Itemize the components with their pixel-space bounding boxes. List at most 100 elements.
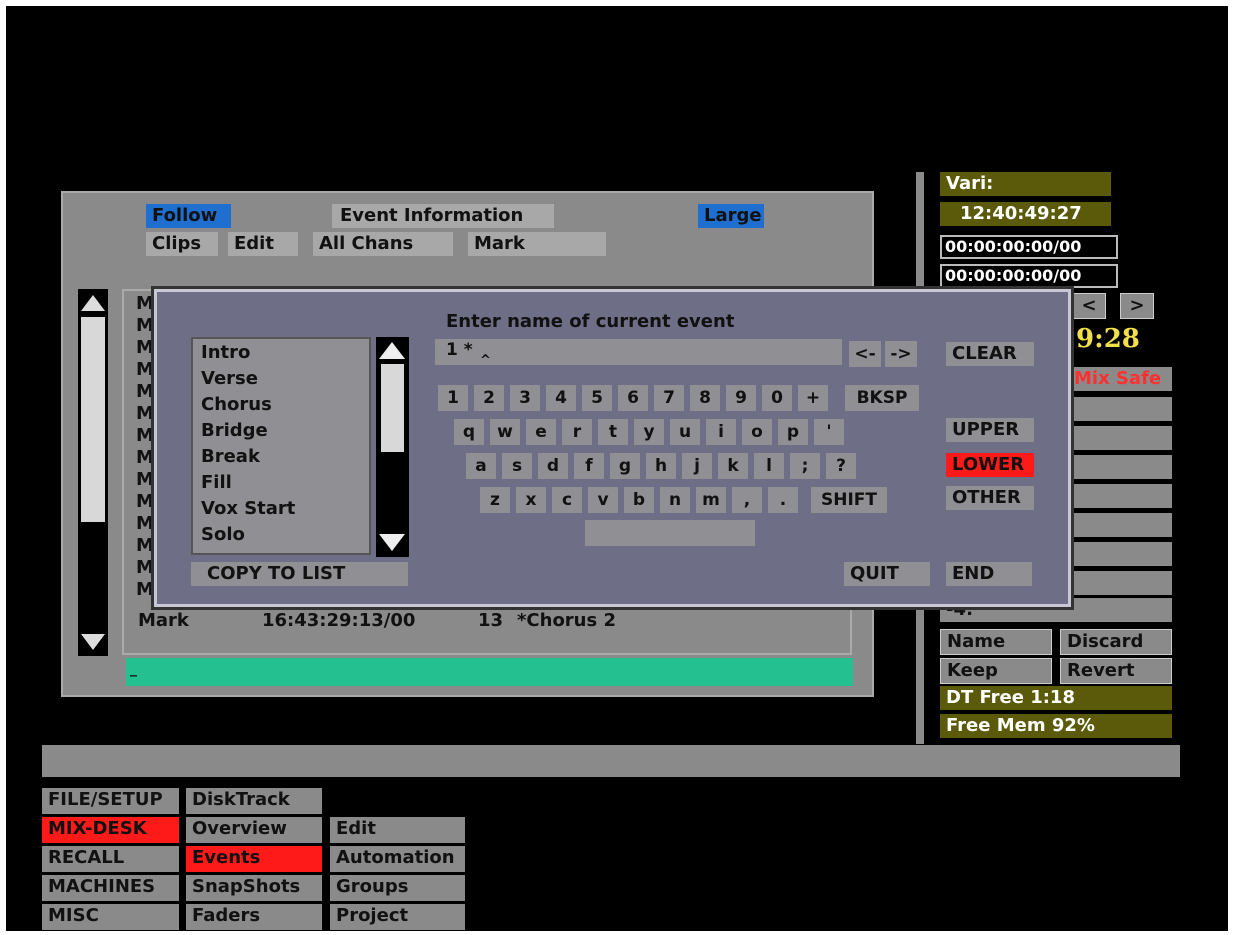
all-chans-button[interactable]: All Chans: [313, 232, 453, 256]
event-row-prefix: M: [136, 447, 154, 468]
key-row1-7[interactable]: 8: [690, 385, 720, 411]
key-row2-9[interactable]: p: [778, 419, 808, 445]
status-slot: [1068, 542, 1172, 566]
keep-button[interactable]: Keep: [940, 658, 1052, 684]
end-button[interactable]: END: [946, 562, 1032, 586]
preset-scroll-up-icon[interactable]: [379, 342, 405, 359]
menu-col2-item-4[interactable]: Faders: [186, 904, 322, 930]
key-row3-3[interactable]: f: [574, 453, 604, 479]
key-row4-2[interactable]: c: [552, 487, 582, 513]
mix-safe-button[interactable]: Mix Safe: [1068, 367, 1172, 391]
key-row3-8[interactable]: l: [754, 453, 784, 479]
scroll-down-arrow-icon[interactable]: [81, 634, 105, 650]
menu-col1-item-3[interactable]: MACHINES: [42, 875, 179, 901]
key-row3-10[interactable]: ?: [826, 453, 856, 479]
key-row1-2[interactable]: 3: [510, 385, 540, 411]
preset-item[interactable]: Chorus: [201, 394, 272, 415]
nav-next-button[interactable]: >: [1120, 293, 1154, 319]
key-row3-6[interactable]: j: [682, 453, 712, 479]
lower-button[interactable]: LOWER: [946, 453, 1034, 477]
menu-col3-item-1[interactable]: Automation: [330, 846, 465, 872]
key-row4-5[interactable]: n: [660, 487, 690, 513]
event-command-input[interactable]: _: [126, 658, 853, 686]
menu-col2-item-0[interactable]: DiskTrack: [186, 788, 322, 814]
preset-item[interactable]: Break: [201, 446, 260, 467]
event-information-button[interactable]: Event Information: [332, 204, 554, 228]
key-row2-5[interactable]: y: [634, 419, 664, 445]
key-shift[interactable]: SHIFT: [811, 487, 887, 513]
key-row4-4[interactable]: b: [624, 487, 654, 513]
scroll-up-arrow-icon[interactable]: [81, 295, 105, 311]
key-row2-8[interactable]: o: [742, 419, 772, 445]
key-row4-3[interactable]: v: [588, 487, 618, 513]
menu-col2-item-2[interactable]: Events: [186, 846, 322, 872]
key-row2-7[interactable]: i: [706, 419, 736, 445]
quit-button[interactable]: QUIT: [844, 562, 930, 586]
name-button[interactable]: Name: [940, 629, 1052, 655]
menu-col3-item-2[interactable]: Groups: [330, 875, 465, 901]
key-row4-0[interactable]: z: [480, 487, 510, 513]
menu-col2-item-3[interactable]: SnapShots: [186, 875, 322, 901]
mark-button[interactable]: Mark: [468, 232, 606, 256]
menu-col2-item-1[interactable]: Overview: [186, 817, 322, 843]
key-row4-8[interactable]: .: [768, 487, 798, 513]
key-row3-5[interactable]: h: [646, 453, 676, 479]
key-row2-10[interactable]: ': [814, 419, 844, 445]
cursor-left-button[interactable]: <-: [849, 341, 881, 367]
menu-col3-item-3[interactable]: Project: [330, 904, 465, 930]
preset-item[interactable]: Bridge: [201, 420, 268, 441]
key-row1-6[interactable]: 7: [654, 385, 684, 411]
key-row3-2[interactable]: d: [538, 453, 568, 479]
clear-button[interactable]: CLEAR: [946, 342, 1034, 366]
preset-item[interactable]: Intro: [201, 342, 250, 363]
menu-col1-item-1[interactable]: MIX-DESK: [42, 817, 179, 843]
key-row3-4[interactable]: g: [610, 453, 640, 479]
follow-button[interactable]: Follow: [146, 204, 231, 228]
key-row2-4[interactable]: t: [598, 419, 628, 445]
key-row3-1[interactable]: s: [502, 453, 532, 479]
key-row1-1[interactable]: 2: [474, 385, 504, 411]
key-row2-0[interactable]: q: [454, 419, 484, 445]
other-button[interactable]: OTHER: [946, 486, 1034, 510]
cursor-right-button[interactable]: ->: [885, 341, 917, 367]
upper-button[interactable]: UPPER: [946, 418, 1034, 442]
key-row3-0[interactable]: a: [466, 453, 496, 479]
preset-item[interactable]: Vox Start: [201, 498, 295, 519]
key-row4-6[interactable]: m: [696, 487, 726, 513]
key-row1-10[interactable]: +: [798, 385, 828, 411]
key-space[interactable]: [585, 520, 755, 546]
key-row1-8[interactable]: 9: [726, 385, 756, 411]
key-row1-4[interactable]: 5: [582, 385, 612, 411]
menu-col1-item-4[interactable]: MISC: [42, 904, 179, 930]
key-row2-2[interactable]: e: [526, 419, 556, 445]
key-row2-6[interactable]: u: [670, 419, 700, 445]
discard-button[interactable]: Discard: [1060, 629, 1172, 655]
menu-col1-item-0[interactable]: FILE/SETUP: [42, 788, 179, 814]
edit-button[interactable]: Edit: [228, 232, 298, 256]
preset-item[interactable]: Solo: [201, 524, 245, 545]
scroll-thumb[interactable]: [81, 317, 105, 522]
preset-scroll-thumb[interactable]: [381, 364, 404, 452]
clips-button[interactable]: Clips: [146, 232, 218, 256]
key-row1-0[interactable]: 1: [438, 385, 468, 411]
menu-col1-item-2[interactable]: RECALL: [42, 846, 179, 872]
revert-button[interactable]: Revert: [1060, 658, 1172, 684]
event-name-input[interactable]: [435, 339, 842, 365]
key-row3-9[interactable]: ;: [790, 453, 820, 479]
key-row2-1[interactable]: w: [490, 419, 520, 445]
preset-item[interactable]: Fill: [201, 472, 232, 493]
key-row1-5[interactable]: 6: [618, 385, 648, 411]
preset-item[interactable]: Verse: [201, 368, 258, 389]
copy-to-list-button[interactable]: COPY TO LIST: [191, 562, 408, 586]
key-row3-7[interactable]: k: [718, 453, 748, 479]
menu-col3-item-0[interactable]: Edit: [330, 817, 465, 843]
large-button[interactable]: Large: [698, 204, 764, 228]
key-row4-7[interactable]: ,: [732, 487, 762, 513]
preset-scroll-down-icon[interactable]: [379, 534, 405, 551]
key-bksp[interactable]: BKSP: [845, 385, 919, 411]
key-row4-1[interactable]: x: [516, 487, 546, 513]
nav-prev-button[interactable]: <: [1072, 293, 1106, 319]
key-row1-3[interactable]: 4: [546, 385, 576, 411]
key-row1-9[interactable]: 0: [762, 385, 792, 411]
key-row2-3[interactable]: r: [562, 419, 592, 445]
